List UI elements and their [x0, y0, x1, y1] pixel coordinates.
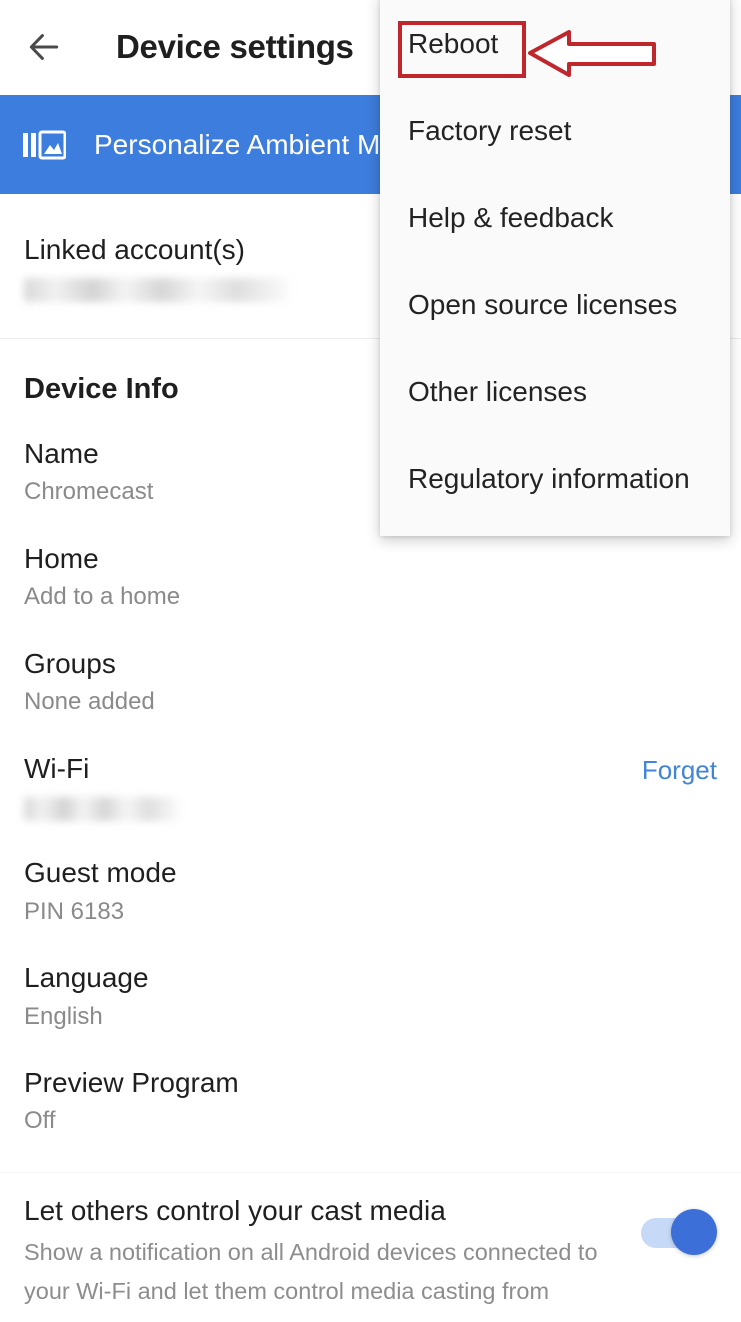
menu-item-label: Open source licenses	[408, 288, 678, 320]
page-title: Device settings	[116, 27, 354, 65]
overflow-menu: Reboot Factory reset Help & feedback Ope…	[380, 0, 730, 536]
cast-media-text-block: Let others control your cast media Show …	[24, 1195, 639, 1309]
device-home-value: Add to a home	[24, 583, 181, 611]
menu-item-help-feedback[interactable]: Help & feedback	[380, 174, 730, 261]
cast-media-row[interactable]: Let others control your cast media Show …	[0, 1173, 741, 1309]
menu-item-label: Regulatory information	[408, 462, 690, 494]
device-groups-value: None added	[24, 688, 155, 716]
linked-accounts-value-redacted	[24, 278, 289, 303]
cast-media-description: Show a notification on all Android devic…	[24, 1239, 598, 1304]
wifi-ssid-redacted	[24, 797, 179, 822]
menu-item-factory-reset[interactable]: Factory reset	[380, 87, 730, 174]
language-row[interactable]: Language English	[0, 926, 741, 1031]
back-button[interactable]	[12, 15, 76, 79]
menu-item-label: Factory reset	[408, 114, 572, 146]
arrow-left-icon	[25, 28, 63, 66]
menu-item-label: Other licenses	[408, 375, 587, 407]
preview-program-row[interactable]: Preview Program Off	[0, 1031, 741, 1172]
toggle-thumb	[671, 1209, 717, 1256]
wifi-text-block: Wi-Fi	[24, 753, 642, 822]
banner-label: Personalize Ambient Mode	[94, 128, 428, 160]
menu-item-open-source-licenses[interactable]: Open source licenses	[380, 261, 730, 348]
menu-item-label: Reboot	[408, 27, 499, 59]
menu-item-regulatory-information[interactable]: Regulatory information	[380, 435, 730, 522]
wifi-title: Wi-Fi	[24, 753, 90, 785]
ambient-photo-icon	[22, 127, 66, 163]
preview-program-value: Off	[24, 1107, 56, 1135]
device-groups-title: Groups	[24, 648, 116, 680]
device-home-title: Home	[24, 543, 99, 575]
language-value: English	[24, 1002, 103, 1030]
wifi-row[interactable]: Wi-Fi Forget	[0, 717, 741, 822]
guest-mode-title: Guest mode	[24, 857, 177, 889]
guest-mode-row[interactable]: Guest mode PIN 6183	[0, 821, 741, 926]
menu-item-reboot[interactable]: Reboot	[380, 0, 730, 87]
language-title: Language	[24, 962, 149, 994]
guest-mode-value: PIN 6183	[24, 897, 125, 925]
cast-media-title: Let others control your cast media	[24, 1195, 446, 1227]
cast-media-toggle[interactable]	[639, 1209, 717, 1256]
device-groups-row[interactable]: Groups None added	[0, 612, 741, 717]
menu-item-label: Help & feedback	[408, 201, 614, 233]
menu-item-other-licenses[interactable]: Other licenses	[380, 348, 730, 435]
wifi-forget-button[interactable]: Forget	[642, 753, 717, 786]
device-settings-screen: Device settings Personalize Ambient Mode…	[0, 0, 741, 1322]
preview-program-title: Preview Program	[24, 1067, 239, 1099]
